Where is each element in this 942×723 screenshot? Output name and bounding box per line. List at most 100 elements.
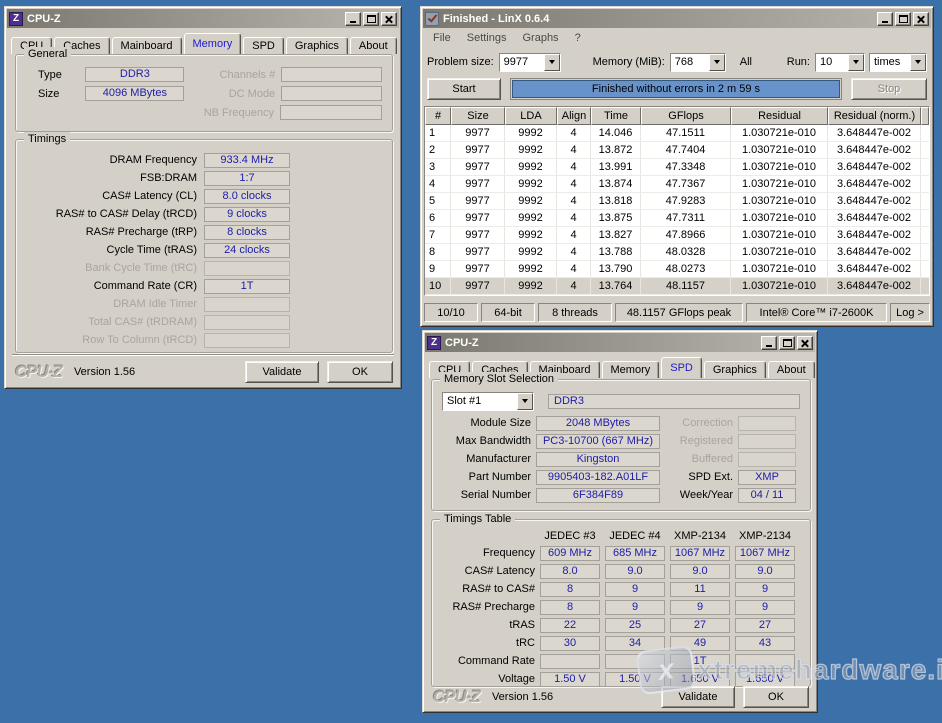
dropdown-button[interactable] (848, 54, 864, 71)
titlebar[interactable]: Z CPU-Z (7, 9, 399, 28)
window-title: CPU-Z (27, 13, 341, 25)
timing-value-field: 9 (735, 582, 795, 597)
chevron-down-icon (853, 60, 859, 64)
memory-combo[interactable]: 768 (670, 53, 726, 72)
table-row[interactable]: 6 9977 9992 4 13.875 47.7311 1.030721e-0… (425, 210, 929, 227)
table-header-cell[interactable]: Align (557, 107, 591, 125)
table-header-cell[interactable]: Residual (731, 107, 828, 125)
table-row[interactable]: 10 9977 9992 4 13.764 48.1157 1.030721e-… (425, 278, 929, 295)
tab[interactable]: Mainboard (112, 37, 182, 54)
tab[interactable]: Memory (184, 33, 242, 54)
minimize-button[interactable] (345, 12, 361, 26)
ok-button[interactable]: OK (743, 686, 809, 708)
table-header-cell[interactable]: Time (591, 107, 641, 125)
size-label: Size (38, 88, 85, 100)
status-cell: 10/10 (424, 303, 478, 322)
stop-button[interactable]: Stop (851, 78, 927, 100)
group-label: Timings Table (440, 512, 515, 526)
close-button[interactable] (797, 336, 813, 350)
dropdown-button[interactable] (709, 54, 725, 71)
table-row[interactable]: 2 9977 9992 4 13.872 47.7404 1.030721e-0… (425, 142, 929, 159)
tab[interactable]: Graphics (704, 361, 766, 378)
times-combo[interactable]: times (869, 53, 927, 72)
cell-index: 7 (425, 227, 451, 243)
spd-value-field: 2048 MBytes (536, 416, 660, 431)
timing-label: DRAM Idle Timer (16, 298, 204, 310)
run-combo[interactable]: 10 (815, 53, 865, 72)
cell-index: 2 (425, 142, 451, 158)
timing-value-field: 27 (735, 618, 795, 633)
dropdown-button[interactable] (910, 54, 926, 71)
tab[interactable]: About (350, 37, 397, 54)
log-button[interactable]: Log > (890, 303, 930, 322)
ok-button[interactable]: OK (327, 361, 393, 383)
table-row[interactable]: 8 9977 9992 4 13.788 48.0328 1.030721e-0… (425, 244, 929, 261)
menu-item[interactable]: Settings (459, 31, 515, 47)
timing-value-field (204, 315, 290, 330)
maximize-button[interactable] (779, 336, 795, 350)
table-row[interactable]: 9 9977 9992 4 13.790 48.0273 1.030721e-0… (425, 261, 929, 278)
spd-value-field: 04 / 11 (738, 488, 796, 503)
tab[interactable]: About (768, 361, 815, 378)
cell-align: 4 (557, 125, 591, 141)
start-button[interactable]: Start (427, 78, 501, 100)
tab[interactable]: SPD (243, 37, 284, 54)
close-button[interactable] (381, 12, 397, 26)
cell-time: 13.874 (591, 176, 641, 192)
dc-mode-value-field (281, 86, 382, 101)
table-body: 1 9977 9992 4 14.046 47.1511 1.030721e-0… (425, 125, 929, 295)
close-button[interactable] (913, 12, 929, 26)
tab[interactable]: SPD (661, 357, 702, 378)
table-header-cell[interactable]: Residual (norm.) (828, 107, 921, 125)
slot-combo[interactable]: Slot #1 (442, 392, 534, 411)
table-header-cell[interactable]: Size (451, 107, 505, 125)
table-row[interactable]: 7 9977 9992 4 13.827 47.8966 1.030721e-0… (425, 227, 929, 244)
minimize-button[interactable] (761, 336, 777, 350)
cell-residual-norm: 3.648447e-002 (828, 159, 921, 175)
timing-label: Command Rate (CR) (16, 280, 204, 292)
table-row[interactable]: 1 9977 9992 4 14.046 47.1511 1.030721e-0… (425, 125, 929, 142)
menu-item[interactable]: ? (567, 31, 589, 47)
table-header-cell[interactable]: LDA (505, 107, 557, 125)
cell-lda: 9992 (505, 227, 557, 243)
titlebar[interactable]: Finished - LinX 0.6.4 (423, 9, 931, 28)
table-header-cell[interactable]: GFlops (641, 107, 731, 125)
timing-parameter-label: RAS# to CAS# (440, 583, 540, 595)
minimize-button[interactable] (877, 12, 893, 26)
problem-size-combo[interactable]: 9977 (499, 53, 561, 72)
validate-button[interactable]: Validate (661, 686, 735, 708)
cpuz-app-icon: Z (427, 336, 441, 350)
timings-table-row: tRAS 22 25 27 27 (440, 616, 810, 634)
spd-value-field (738, 434, 796, 449)
cell-gflops: 47.1511 (641, 125, 731, 141)
all-label: All (740, 56, 752, 68)
tab[interactable]: Memory (602, 361, 660, 378)
cell-time: 14.046 (591, 125, 641, 141)
titlebar[interactable]: Z CPU-Z (425, 333, 815, 352)
menu-item[interactable]: File (425, 31, 459, 47)
cell-index: 6 (425, 210, 451, 226)
validate-button[interactable]: Validate (245, 361, 319, 383)
table-row[interactable]: 5 9977 9992 4 13.818 47.9283 1.030721e-0… (425, 193, 929, 210)
timing-value-field: 609 MHz (540, 546, 600, 561)
tab[interactable]: Graphics (286, 37, 348, 54)
menu-item[interactable]: Graphs (514, 31, 566, 47)
maximize-button[interactable] (363, 12, 379, 26)
timings-table-row: tRC 30 34 49 43 (440, 634, 810, 652)
dropdown-button[interactable] (517, 393, 533, 410)
type-value-field: DDR3 (85, 67, 184, 82)
dropdown-button[interactable] (544, 54, 560, 71)
cell-residual-norm: 3.648447e-002 (828, 261, 921, 277)
table-header-cell[interactable]: # (425, 107, 451, 125)
window-title: CPU-Z (445, 337, 757, 349)
table-row[interactable]: 3 9977 9992 4 13.991 47.3348 1.030721e-0… (425, 159, 929, 176)
minimize-icon (766, 345, 772, 347)
timing-value-field: 43 (735, 636, 795, 651)
timing-value-field: 11 (670, 582, 730, 597)
maximize-icon (367, 15, 376, 23)
timing-value-field: 30 (540, 636, 600, 651)
timing-label: DRAM Frequency (16, 154, 204, 166)
cell-time: 13.790 (591, 261, 641, 277)
table-row[interactable]: 4 9977 9992 4 13.874 47.7367 1.030721e-0… (425, 176, 929, 193)
maximize-button[interactable] (895, 12, 911, 26)
